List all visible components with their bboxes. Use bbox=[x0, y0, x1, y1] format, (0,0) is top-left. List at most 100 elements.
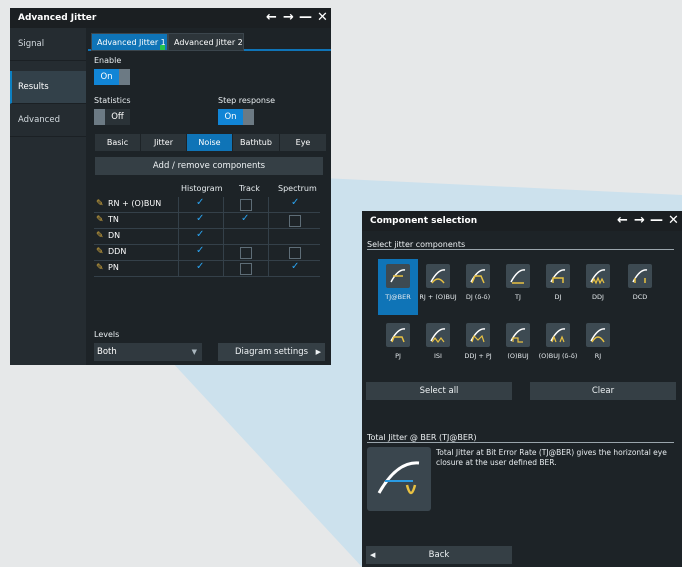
minimize-icon[interactable]: — bbox=[297, 8, 314, 28]
ddj-pj-icon bbox=[466, 323, 490, 347]
component-tile-dj[interactable]: DJ bbox=[538, 259, 578, 315]
dj-dd-icon bbox=[466, 264, 490, 288]
close-icon[interactable]: ✕ bbox=[314, 8, 331, 28]
tj-ber-diagram-icon bbox=[377, 461, 420, 495]
row-name: DDN bbox=[108, 247, 127, 256]
title-bar: Component selection ← → — ✕ bbox=[362, 211, 682, 231]
histogram-checkbox-checked[interactable]: ✓ bbox=[196, 229, 204, 240]
rj-obuj-icon bbox=[426, 264, 450, 288]
arrow-left-icon[interactable]: ← bbox=[614, 211, 631, 231]
result-type-segments: Basic Jitter Noise Bathtub Eye bbox=[95, 134, 327, 151]
minimize-icon[interactable]: — bbox=[648, 211, 665, 231]
component-tile-ddj-pj[interactable]: DDJ + PJ bbox=[458, 318, 498, 374]
chevron-right-icon: ▶ bbox=[315, 348, 321, 356]
spectrum-checkbox[interactable] bbox=[289, 247, 301, 259]
detail-description: Total Jitter at Bit Error Rate (TJ@BER) … bbox=[436, 448, 667, 467]
add-remove-components-button[interactable]: Add / remove components bbox=[95, 157, 323, 175]
component-tile-obuj-dd[interactable]: (O)BUJ (δ-δ) bbox=[538, 318, 578, 374]
pencil-icon[interactable]: ✎ bbox=[96, 199, 104, 209]
track-column-header: Track bbox=[239, 184, 260, 193]
tj-ber-icon bbox=[386, 264, 410, 288]
sidebar-item-results[interactable]: Results bbox=[10, 71, 86, 104]
segment-bathtub[interactable]: Bathtub bbox=[233, 134, 280, 151]
pencil-icon[interactable]: ✎ bbox=[96, 215, 104, 225]
pencil-icon[interactable]: ✎ bbox=[96, 231, 104, 241]
toggle-knob bbox=[243, 109, 254, 125]
clear-button[interactable]: Clear bbox=[530, 382, 676, 400]
track-checkbox[interactable] bbox=[240, 199, 252, 211]
row-name: TN bbox=[108, 215, 119, 224]
enable-toggle-state: On bbox=[94, 69, 119, 85]
tab-advanced-jitter-1[interactable]: Advanced Jitter 1 bbox=[91, 33, 168, 51]
levels-value: Both bbox=[97, 347, 117, 357]
chevron-down-icon: ▼ bbox=[191, 348, 197, 356]
sidebar-item-advanced[interactable]: Advanced bbox=[10, 104, 86, 137]
table-row: ✎ DDN ✓ bbox=[94, 245, 320, 261]
active-dot-icon bbox=[160, 45, 165, 50]
isi-icon bbox=[426, 323, 450, 347]
close-icon[interactable]: ✕ bbox=[665, 211, 682, 231]
component-tile-rj-obuj[interactable]: RJ + (O)BUJ bbox=[418, 259, 458, 315]
row-name: RN + (O)BUN bbox=[108, 199, 162, 208]
statistics-toggle[interactable]: Off bbox=[94, 109, 130, 125]
component-tile-obuj[interactable]: (O)BUJ bbox=[498, 318, 538, 374]
arrow-right-icon[interactable]: → bbox=[631, 211, 648, 231]
window-title: Component selection bbox=[370, 216, 478, 226]
segment-jitter[interactable]: Jitter bbox=[141, 134, 187, 151]
component-tile-dcd[interactable]: DCD bbox=[620, 259, 660, 315]
spectrum-checkbox[interactable] bbox=[289, 215, 301, 227]
enable-toggle[interactable]: On bbox=[94, 69, 130, 85]
detail-heading: Total Jitter @ BER (TJ@BER) bbox=[367, 433, 674, 443]
diagram-settings-label: Diagram settings bbox=[234, 347, 309, 357]
histogram-checkbox-checked[interactable]: ✓ bbox=[196, 197, 204, 208]
toggle-knob bbox=[94, 109, 105, 125]
window-title: Advanced Jitter bbox=[18, 13, 97, 23]
back-label: Back bbox=[428, 550, 450, 560]
component-tile-pj[interactable]: PJ bbox=[378, 318, 418, 374]
segment-noise[interactable]: Noise bbox=[187, 134, 233, 151]
component-tile-rj[interactable]: RJ bbox=[578, 318, 618, 374]
track-checkbox-checked[interactable]: ✓ bbox=[241, 213, 249, 224]
arrow-left-icon[interactable]: ← bbox=[263, 8, 280, 28]
obuj-icon bbox=[506, 323, 530, 347]
ddj-icon bbox=[586, 264, 610, 288]
track-checkbox[interactable] bbox=[240, 247, 252, 259]
statistics-toggle-state: Off bbox=[105, 109, 130, 125]
pencil-icon[interactable]: ✎ bbox=[96, 247, 104, 257]
step-response-toggle[interactable]: On bbox=[218, 109, 254, 125]
chevron-left-icon: ◀ bbox=[370, 551, 376, 559]
diagram-settings-button[interactable]: Diagram settings ▶ bbox=[218, 343, 325, 361]
dj-icon bbox=[546, 264, 570, 288]
levels-dropdown[interactable]: Both ▼ bbox=[94, 343, 202, 361]
tab-advanced-jitter-2[interactable]: Advanced Jitter 2 bbox=[168, 33, 244, 51]
component-tile-isi[interactable]: ISI bbox=[418, 318, 458, 374]
table-row: ✎ RN + (O)BUN ✓ ✓ bbox=[94, 197, 320, 213]
track-checkbox[interactable] bbox=[240, 263, 252, 275]
statistics-label: Statistics bbox=[94, 96, 131, 105]
select-all-button[interactable]: Select all bbox=[366, 382, 512, 400]
component-label: DCD bbox=[632, 293, 648, 301]
back-button[interactable]: ◀ Back bbox=[366, 546, 512, 564]
histogram-checkbox-checked[interactable]: ✓ bbox=[196, 245, 204, 256]
pj-icon bbox=[386, 323, 410, 347]
rj-icon bbox=[586, 323, 610, 347]
component-tile-tj[interactable]: TJ bbox=[498, 259, 538, 315]
enable-label: Enable bbox=[94, 56, 122, 65]
histogram-column-header: Histogram bbox=[181, 184, 223, 193]
sidebar-item-signal[interactable]: Signal bbox=[10, 28, 86, 61]
step-response-toggle-state: On bbox=[218, 109, 243, 125]
spectrum-checkbox-checked[interactable]: ✓ bbox=[291, 261, 299, 272]
arrow-right-icon[interactable]: → bbox=[280, 8, 297, 28]
component-tile-dj-dd[interactable]: DJ (δ-δ) bbox=[458, 259, 498, 315]
histogram-checkbox-checked[interactable]: ✓ bbox=[196, 213, 204, 224]
segment-basic[interactable]: Basic bbox=[95, 134, 141, 151]
segment-eye[interactable]: Eye bbox=[280, 134, 327, 151]
spectrum-column-header: Spectrum bbox=[278, 184, 317, 193]
histogram-checkbox-checked[interactable]: ✓ bbox=[196, 261, 204, 272]
pencil-icon[interactable]: ✎ bbox=[96, 263, 104, 273]
select-jitter-components-heading: Select jitter components bbox=[367, 240, 674, 250]
component-tile-ddj[interactable]: DDJ bbox=[578, 259, 618, 315]
component-tile-tj-ber[interactable]: TJ@BER bbox=[378, 259, 418, 315]
table-row: ✎ TN ✓ ✓ bbox=[94, 213, 320, 229]
spectrum-checkbox-checked[interactable]: ✓ bbox=[291, 197, 299, 208]
